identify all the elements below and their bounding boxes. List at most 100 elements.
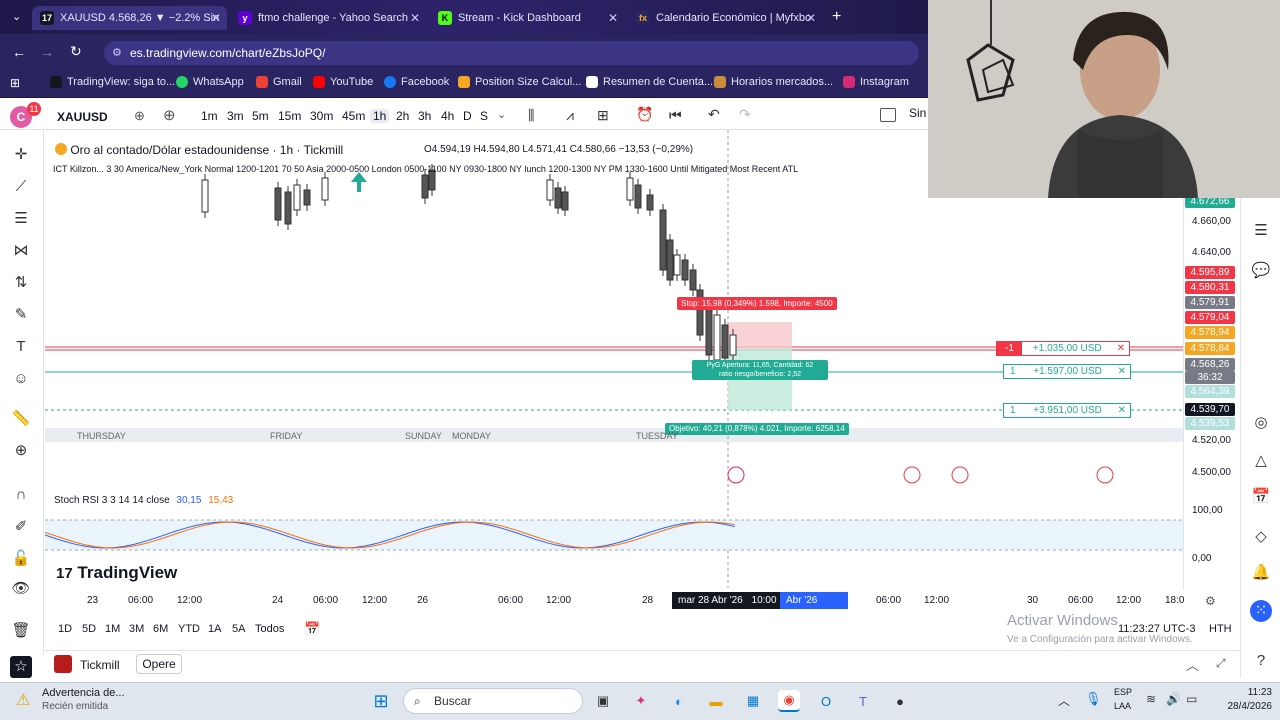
chevron-up-icon[interactable]: ︿ bbox=[1186, 655, 1199, 674]
windows-start-icon[interactable]: ⊞ bbox=[370, 690, 392, 712]
microphone-icon[interactable]: 🎙 bbox=[1085, 691, 1102, 707]
edge-icon[interactable]: ◐ bbox=[668, 690, 690, 712]
bookmark-tradingview[interactable]: TradingView: siga to... bbox=[50, 76, 175, 88]
timeframe-5m[interactable]: 5m bbox=[252, 109, 269, 123]
target-icon[interactable]: ◎ bbox=[1250, 412, 1272, 434]
bookmark-gmail[interactable]: Gmail bbox=[256, 76, 302, 88]
timeframe-2h[interactable]: 2h bbox=[396, 109, 409, 123]
expand-icon[interactable]: ⤢ bbox=[1216, 656, 1226, 671]
bookmark-facebook[interactable]: Facebook bbox=[384, 76, 449, 88]
reload-icon[interactable]: ↻ bbox=[70, 43, 82, 60]
bookmark-resumen-cuenta[interactable]: Resumen de Cuenta... bbox=[586, 76, 713, 88]
tab-yahoo[interactable]: y ftmo challenge - Yahoo Search ✕ bbox=[230, 6, 426, 30]
bookmark-instagram[interactable]: Instagram bbox=[843, 76, 909, 88]
taskbar-date[interactable]: 28/4/2026 bbox=[1204, 701, 1273, 712]
add-symbol-icon[interactable]: ⊕ bbox=[163, 106, 176, 124]
target-label[interactable]: Objetivo: 40,21 (0,878%) 4.021, Importe:… bbox=[665, 423, 849, 435]
timeframe-d[interactable]: D bbox=[463, 109, 472, 123]
watchlist-icon[interactable]: ☰ bbox=[1250, 220, 1272, 242]
broker-name[interactable]: Tickmill bbox=[80, 658, 120, 672]
steam-icon[interactable]: ● bbox=[889, 690, 911, 712]
indicator-legend[interactable]: ICT Killzon... 3 30 America/New_York Nor… bbox=[53, 164, 928, 174]
rsi-legend[interactable]: Stoch RSI 3 3 14 14 close 30,15 15,43 bbox=[54, 495, 233, 506]
notification-bell-icon[interactable]: 🔔 bbox=[1250, 562, 1272, 584]
apps-grid-icon[interactable]: ⊞ bbox=[10, 76, 20, 90]
trash-icon[interactable]: 🗑 bbox=[10, 620, 32, 642]
eye-icon[interactable]: 👁 bbox=[10, 578, 32, 600]
outlook-icon[interactable]: O bbox=[815, 690, 837, 712]
range-todos[interactable]: Todos bbox=[255, 623, 284, 635]
range-3m[interactable]: 3M bbox=[129, 623, 144, 635]
chrome-icon[interactable]: ◉ bbox=[778, 690, 800, 712]
tray-chevron-icon[interactable]: ︿ bbox=[1058, 692, 1070, 709]
trendline-icon[interactable]: ⟋ bbox=[10, 176, 32, 198]
forward-icon[interactable]: → bbox=[40, 44, 54, 60]
lock-drawing-icon[interactable]: ✐ bbox=[10, 516, 32, 538]
timeframe-3m[interactable]: 3m bbox=[227, 109, 244, 123]
chevron-down-icon[interactable]: ⌄ bbox=[497, 108, 506, 121]
close-icon[interactable]: ✕ bbox=[1113, 343, 1129, 354]
crosshair-icon[interactable]: ✛ bbox=[10, 144, 32, 166]
chart-pane[interactable] bbox=[44, 130, 1183, 588]
indicators-icon[interactable]: ⩘ bbox=[566, 107, 574, 124]
position-long-2[interactable]: 1 +3.951,00 USD ✕ bbox=[1003, 403, 1131, 418]
compare-icon[interactable]: ⊕ bbox=[134, 108, 145, 124]
new-tab-icon[interactable]: + bbox=[832, 8, 841, 26]
close-icon[interactable]: ✕ bbox=[410, 11, 420, 25]
taskbar-time[interactable]: 11:23 bbox=[1216, 687, 1272, 698]
copilot-icon[interactable]: ✦ bbox=[630, 690, 652, 712]
close-icon[interactable]: ✕ bbox=[1114, 366, 1130, 377]
language-2[interactable]: LAA bbox=[1114, 701, 1131, 711]
range-1d[interactable]: 1D bbox=[58, 623, 72, 635]
range-1a[interactable]: 1A bbox=[208, 623, 221, 635]
taskbar-search[interactable]: ⌕ Buscar bbox=[403, 688, 583, 714]
bookmark-horarios[interactable]: Horarios mercados... bbox=[714, 76, 833, 88]
brush-icon[interactable]: ✎ bbox=[10, 304, 32, 326]
text-icon[interactable]: T bbox=[10, 336, 32, 358]
timeframe-4h[interactable]: 4h bbox=[441, 109, 454, 123]
back-icon[interactable]: ← bbox=[12, 44, 26, 60]
file-explorer-icon[interactable]: ▬ bbox=[705, 690, 727, 712]
stop-label[interactable]: Stop: 15,98 (0,349%) 1.598, Importe: 450… bbox=[677, 297, 837, 310]
timeframe-1h[interactable]: 1h bbox=[370, 109, 390, 123]
tab-search-chevron-icon[interactable]: ⌄ bbox=[12, 10, 21, 23]
store-icon[interactable]: ▦ bbox=[742, 690, 764, 712]
pnl-label[interactable]: PyG Apertura: 11,65, Cantidad: 62 ratio … bbox=[692, 360, 828, 380]
range-1m[interactable]: 1M bbox=[105, 623, 120, 635]
position-short[interactable]: -1 +1.035,00 USD ✕ bbox=[996, 341, 1130, 356]
fullscreen-icon[interactable] bbox=[880, 108, 896, 122]
close-icon[interactable]: ✕ bbox=[211, 11, 221, 25]
settings-gear-icon[interactable]: ⚙ bbox=[1205, 594, 1216, 608]
candles-icon[interactable]: ⫼ bbox=[528, 107, 534, 124]
patterns-icon[interactable]: ⋈ bbox=[10, 240, 32, 262]
bookmark-whatsapp[interactable]: WhatsApp bbox=[176, 76, 244, 88]
chat-icon[interactable]: 💬 bbox=[1250, 260, 1272, 282]
timeframe-30m[interactable]: 30m bbox=[310, 109, 333, 123]
replay-icon[interactable]: ⏮ bbox=[669, 107, 682, 124]
language-1[interactable]: ESP bbox=[1114, 687, 1132, 697]
fib-icon[interactable]: ☰ bbox=[10, 208, 32, 230]
timeframe-15m[interactable]: 15m bbox=[278, 109, 301, 123]
streams-icon[interactable]: ◇ bbox=[1250, 526, 1272, 548]
site-info-icon[interactable]: ⚙ bbox=[112, 41, 122, 65]
notification-title[interactable]: Advertencia de... bbox=[42, 687, 125, 699]
calendar-icon[interactable]: 📅 bbox=[1250, 486, 1272, 508]
tab-myfxbook[interactable]: fx Calendario Económico | Myfxbo ✕ bbox=[628, 6, 822, 30]
timeframe-45m[interactable]: 45m bbox=[342, 109, 365, 123]
timeframe-3h[interactable]: 3h bbox=[418, 109, 431, 123]
battery-icon[interactable]: ▭ bbox=[1186, 692, 1197, 706]
close-icon[interactable]: ✕ bbox=[608, 11, 618, 25]
session-label[interactable]: HTH bbox=[1209, 623, 1232, 635]
teams-icon[interactable]: T bbox=[852, 690, 874, 712]
timeframe-1m[interactable]: 1m bbox=[201, 109, 218, 123]
close-icon[interactable]: ✕ bbox=[1114, 405, 1130, 416]
range-6m[interactable]: 6M bbox=[153, 623, 168, 635]
layouts-icon[interactable]: ⊞ bbox=[597, 107, 609, 124]
url-input[interactable]: ⚙ es.tradingview.com/chart/eZbsJoPQ/ bbox=[104, 41, 919, 65]
range-5a[interactable]: 5A bbox=[232, 623, 245, 635]
alert-icon[interactable]: ⏰ bbox=[636, 106, 653, 123]
chart-title[interactable]: Oro al contado/Dólar estadounidense · 1h… bbox=[55, 143, 343, 157]
favorite-tool-icon[interactable]: ☆ bbox=[10, 656, 32, 678]
zoom-icon[interactable]: ⊕ bbox=[10, 440, 32, 462]
emoji-icon[interactable]: ☺ bbox=[10, 368, 32, 390]
